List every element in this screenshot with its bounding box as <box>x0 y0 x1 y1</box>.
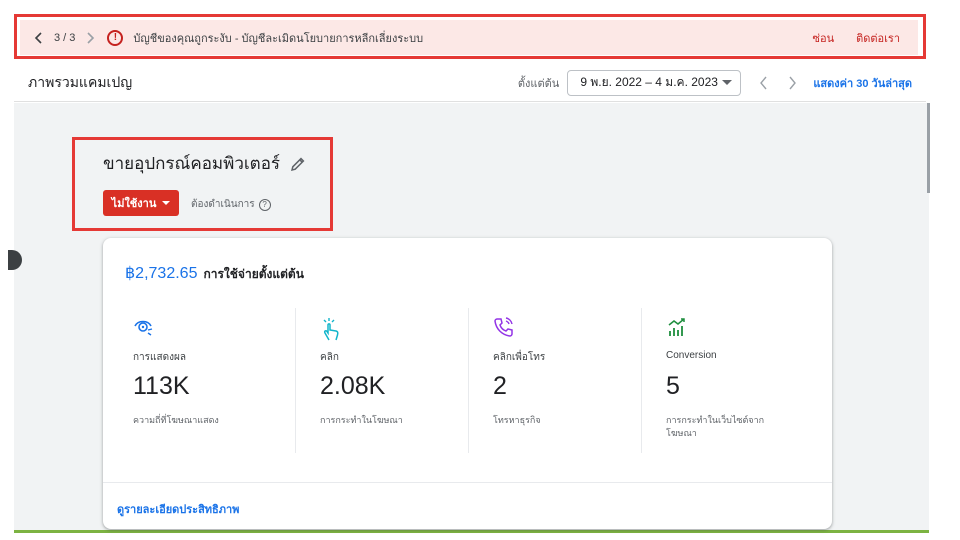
page-title: ภาพรวมแคมเปญ <box>28 73 133 90</box>
impressions-eye-icon <box>133 316 155 342</box>
metric-value: 5 <box>666 372 680 400</box>
alert-hide-link[interactable]: ซ่อน <box>813 29 835 47</box>
metric-description: การกระทำในโฆษณา <box>320 415 403 425</box>
metric-description: ความถี่ที่โฆษณาแสดง <box>133 415 219 425</box>
metric-description: โทรหาธุรกิจ <box>493 415 541 425</box>
click-hand-icon <box>320 316 342 342</box>
chevron-right-icon <box>789 76 797 89</box>
status-label: ไม่ใช้งาน <box>111 198 157 210</box>
metric-clicks: คลิก 2.08K การกระทำในโฆษณา <box>290 308 462 453</box>
metric-description: การกระทำในเว็บไซต์จากโฆษณา <box>666 415 765 438</box>
help-icon[interactable]: ? <box>258 198 271 211</box>
metric-calls: คลิกเพื่อโทร 2 โทรหาธุรกิจ <box>463 308 635 453</box>
campaign-title: ขายอุปกรณ์คอมพิวเตอร์ <box>103 150 306 177</box>
caret-down-icon <box>722 80 733 85</box>
scrollbar[interactable] <box>927 103 930 193</box>
metric-label: การแสดงผล <box>133 352 186 363</box>
card-divider <box>103 482 832 483</box>
chevron-right-icon <box>87 31 95 44</box>
date-prev-button[interactable] <box>753 72 775 94</box>
action-needed-label: ต้องดำเนินการ <box>191 199 255 210</box>
alert-banner: 3 / 3 ! บัญชีของคุณถูกระงับ - บัญชีละเมิ… <box>20 20 918 55</box>
metric-label: คลิกเพื่อโทร <box>493 352 546 363</box>
alert-contact-link[interactable]: ติดต่อเรา <box>856 29 900 47</box>
metric-label: Conversion <box>666 350 717 361</box>
campaign-status-button[interactable]: ไม่ใช้งาน <box>103 190 179 216</box>
metric-impressions: การแสดงผล 113K ความถี่ที่โฆษณาแสดง <box>103 308 275 453</box>
error-icon: ! <box>107 29 124 46</box>
metric-label: คลิก <box>320 352 339 363</box>
spend-label: การใช้จ่ายตั้งแต่ต้น <box>203 267 304 281</box>
date-range-label: ตั้งแต่ต้น <box>517 77 560 90</box>
date-next-button[interactable] <box>781 72 803 94</box>
edit-pencil-icon[interactable] <box>290 156 306 172</box>
chevron-left-icon <box>34 31 42 44</box>
page-header: ภาพรวมแคมเปญ ตั้งแต่ต้น 9 พ.ย. 2022 – 4 … <box>14 64 926 102</box>
metric-value: 2 <box>493 372 507 400</box>
show-last-30-days-link[interactable]: แสดงค่า 30 วันล่าสุด <box>813 74 912 92</box>
date-range-select[interactable]: 9 พ.ย. 2022 – 4 ม.ค. 2023 <box>567 69 742 96</box>
total-spend: ฿2,732.65 การใช้จ่ายตั้งแต่ต้น <box>125 263 304 284</box>
bottom-accent-line <box>14 530 929 533</box>
alert-counter: 3 / 3 <box>54 31 76 44</box>
view-performance-link[interactable]: ดูรายละเอียดประสิทธิภาพ <box>117 500 239 518</box>
date-range-value: 9 พ.ย. 2022 – 4 ม.ค. 2023 <box>580 75 718 89</box>
metric-conversions: Conversion 5 การกระทำในเว็บไซต์จากโฆษณา <box>636 308 808 453</box>
alert-prev-button[interactable] <box>30 29 48 47</box>
chevron-left-icon <box>760 76 767 89</box>
caret-down-icon <box>162 201 171 205</box>
action-needed: ต้องดำเนินการ ? <box>191 197 271 212</box>
performance-card: ฿2,732.65 การใช้จ่ายตั้งแต่ต้น การแสดงผล… <box>103 238 832 529</box>
spend-amount: ฿2,732.65 <box>125 265 198 282</box>
alert-message: บัญชีของคุณถูกระงับ - บัญชีละเมิดนโยบายก… <box>133 32 424 45</box>
metric-value: 2.08K <box>320 372 386 400</box>
phone-call-icon <box>493 316 515 342</box>
metric-value: 113K <box>133 372 190 400</box>
conversion-chart-icon <box>666 316 688 342</box>
alert-next-button[interactable] <box>81 29 99 47</box>
campaign-name: ขายอุปกรณ์คอมพิวเตอร์ <box>103 154 281 173</box>
